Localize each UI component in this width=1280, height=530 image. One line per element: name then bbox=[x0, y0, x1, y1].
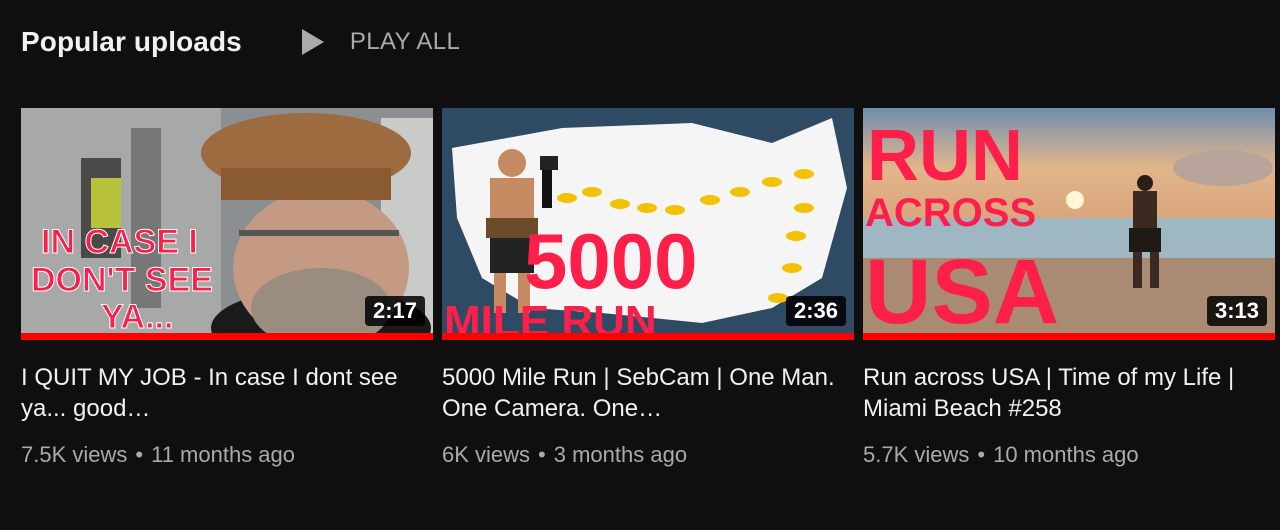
play-all-label: PLAY ALL bbox=[349, 28, 461, 55]
thumbnail-text-line1: IN CASE I bbox=[41, 223, 198, 261]
video-card[interactable]: 5000 MILE RUN 2:36 5000 Mile Run | SebCa… bbox=[442, 108, 854, 468]
upload-age: 3 months ago bbox=[553, 442, 688, 467]
video-card[interactable]: IN CASE I DON'T SEE YA... 2:17 I QUIT MY… bbox=[21, 108, 433, 468]
video-duration: 2:17 bbox=[364, 296, 425, 326]
view-count: 5.7K views bbox=[863, 442, 970, 467]
video-grid: IN CASE I DON'T SEE YA... 2:17 I QUIT MY… bbox=[21, 108, 1275, 468]
section-title: Popular uploads bbox=[21, 26, 242, 57]
separator-dot: • bbox=[538, 442, 546, 467]
video-thumbnail[interactable]: RUN ACROSS USA 3:13 bbox=[863, 108, 1275, 340]
video-metadata: 5.7K views • 10 months ago bbox=[863, 442, 1275, 468]
view-count: 6K views bbox=[442, 442, 531, 467]
view-count: 7.5K views bbox=[21, 442, 128, 467]
thumbnail-text-line1: 5000 bbox=[524, 217, 698, 305]
separator-dot: • bbox=[977, 442, 986, 467]
thumbnail-text-line2: ACROSS bbox=[865, 191, 1036, 235]
thumbnail-text-line3: YA... bbox=[101, 298, 173, 336]
video-thumbnail[interactable]: 5000 MILE RUN 2:36 bbox=[442, 108, 854, 340]
watch-progress-bar bbox=[21, 333, 433, 340]
video-title[interactable]: Run across USA | Time of my Life | Miami… bbox=[863, 362, 1275, 424]
video-thumbnail[interactable]: IN CASE I DON'T SEE YA... 2:17 bbox=[21, 108, 433, 340]
play-icon bbox=[301, 29, 324, 55]
thumbnail-text-line2: DON'T SEE bbox=[31, 261, 213, 299]
video-title[interactable]: I QUIT MY JOB - In case I dont see ya...… bbox=[21, 362, 433, 424]
upload-age: 10 months ago bbox=[993, 442, 1139, 467]
section-header: Popular uploads PLAY ALL bbox=[21, 22, 460, 62]
play-all-button[interactable]: PLAY ALL bbox=[301, 28, 461, 56]
upload-age: 11 months ago bbox=[151, 442, 296, 467]
video-card[interactable]: RUN ACROSS USA 3:13 Run across USA | Tim… bbox=[863, 108, 1275, 468]
watch-progress-bar bbox=[863, 333, 1275, 340]
video-metadata: 6K views • 3 months ago bbox=[442, 442, 854, 468]
watch-progress-bar bbox=[442, 333, 854, 340]
video-metadata: 7.5K views • 11 months ago bbox=[21, 442, 433, 468]
thumbnail-text-line1: RUN bbox=[867, 116, 1023, 196]
video-duration: 3:13 bbox=[1206, 296, 1267, 326]
video-duration: 2:36 bbox=[785, 296, 846, 326]
video-title[interactable]: 5000 Mile Run | SebCam | One Man. One Ca… bbox=[442, 362, 854, 424]
thumbnail-text-line3: USA bbox=[865, 241, 1059, 340]
separator-dot: • bbox=[135, 442, 144, 467]
